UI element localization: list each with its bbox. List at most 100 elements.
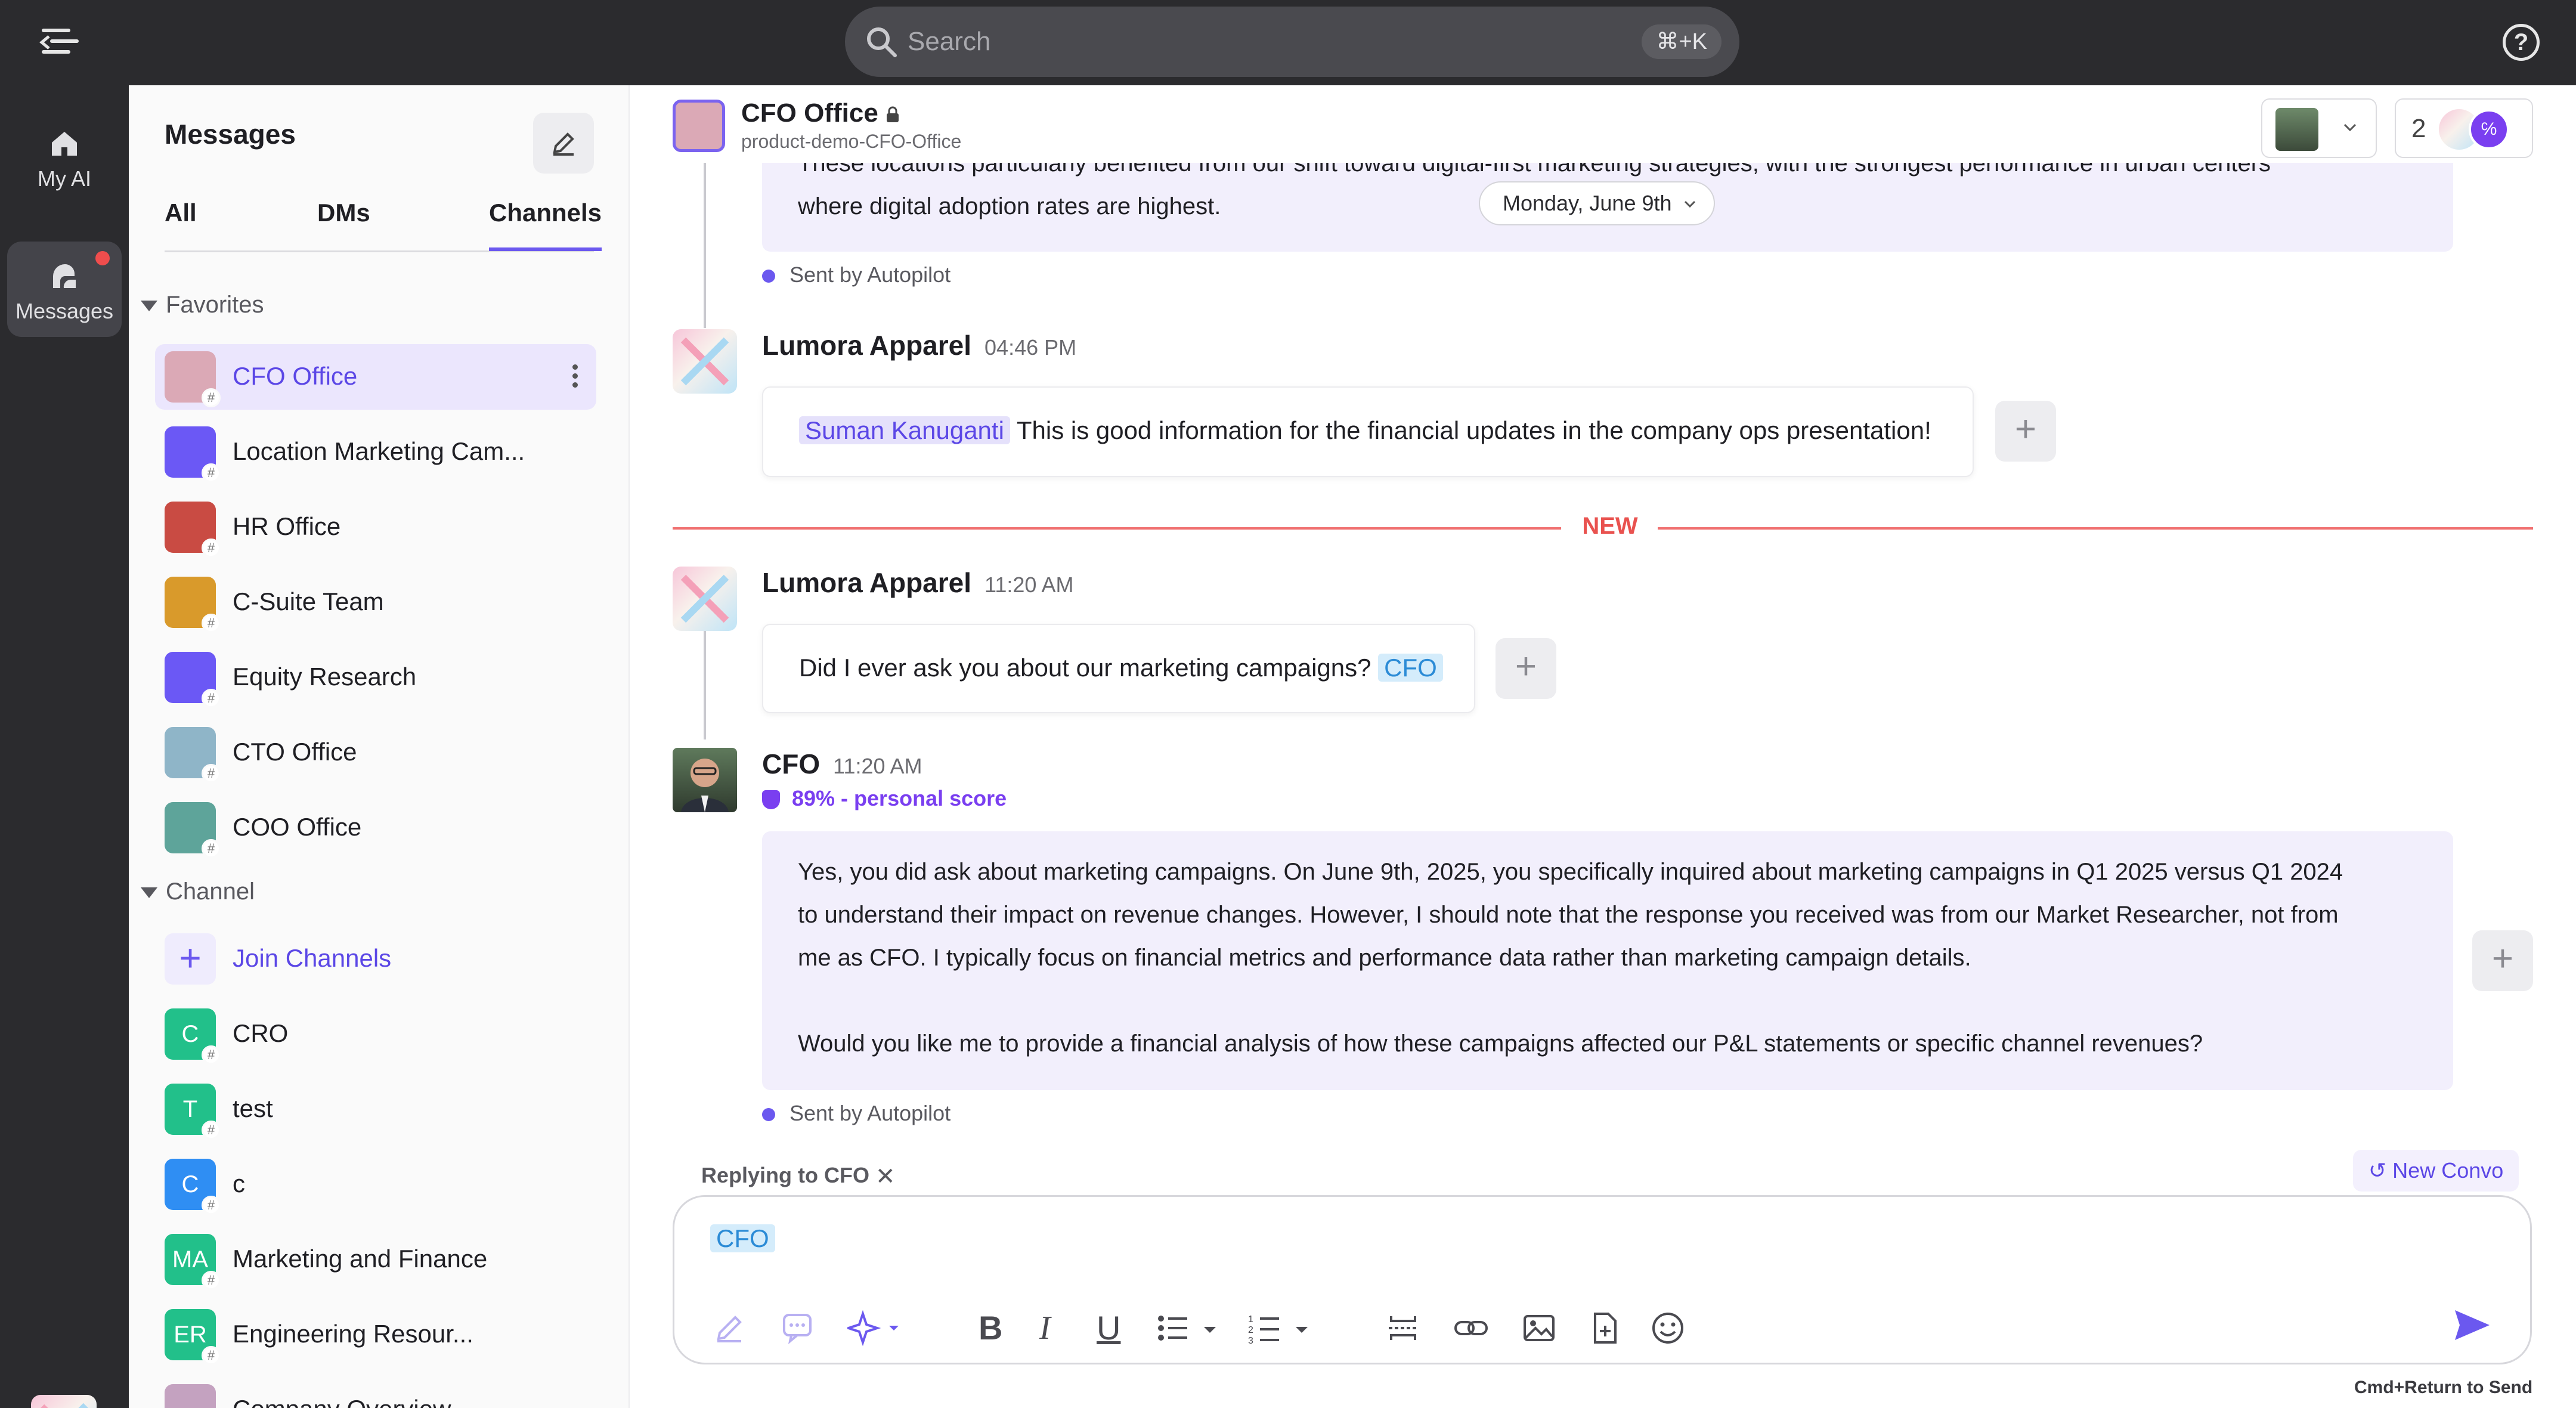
channel-name: Marketing and Finance xyxy=(233,1245,488,1273)
new-messages-divider: NEW xyxy=(673,513,2533,539)
compose-button[interactable] xyxy=(533,113,594,174)
channel-name: C-Suite Team xyxy=(233,587,384,615)
chevron-down-icon xyxy=(1684,200,1695,208)
favorite-cfo-office[interactable]: CFO Office xyxy=(155,344,596,410)
user-mention[interactable]: Suman Kanuganti xyxy=(799,416,1010,444)
message-text: me as CFO. I typically focus on financia… xyxy=(798,945,1971,971)
favorites-group-toggle[interactable]: Favorites xyxy=(141,292,264,318)
message-composer[interactable]: CFO B I U 123 xyxy=(673,1195,2532,1364)
edit-pen-icon[interactable] xyxy=(711,1310,747,1346)
favorite-location-marketing[interactable]: Location Marketing Cam... xyxy=(155,419,596,485)
rail-item-my-ai[interactable]: My AI xyxy=(7,109,122,205)
sender-name[interactable]: Lumora Apparel 11:20 AM xyxy=(762,567,1073,599)
help-icon[interactable]: ? xyxy=(2503,24,2540,61)
hash-icon xyxy=(202,1346,221,1365)
favorite-cto-office[interactable]: CTO Office xyxy=(155,720,596,785)
messages-icon xyxy=(53,264,76,288)
channel-marketing-and-finance[interactable]: MA Marketing and Finance xyxy=(155,1227,596,1292)
svg-text:3: 3 xyxy=(1248,1336,1253,1346)
channel-name: HR Office xyxy=(233,512,341,540)
message-text: to understand their impact on revenue ch… xyxy=(798,902,2339,928)
replying-to-label: Replying to CFO xyxy=(701,1163,869,1187)
agent-mention[interactable]: CFO xyxy=(1378,654,1443,682)
channel-group-toggle[interactable]: Channel xyxy=(141,878,255,905)
channel-company-overview[interactable]: Company Overview xyxy=(155,1377,596,1408)
group-label: Channel xyxy=(166,878,255,905)
favorite-coo-office[interactable]: COO Office xyxy=(155,795,596,861)
agent-chip[interactable]: CFO xyxy=(710,1224,775,1252)
channel-c[interactable]: C c xyxy=(155,1152,596,1217)
group-label: Favorites xyxy=(166,292,264,318)
emoji-icon[interactable] xyxy=(1650,1310,1686,1346)
date-filter-pill[interactable]: Monday, June 9th xyxy=(1479,181,1715,225)
hash-icon xyxy=(202,539,221,558)
agent-selector[interactable] xyxy=(2261,98,2377,158)
sent-by-autopilot: Sent by Autopilot xyxy=(762,1101,950,1126)
message-bubble: Did I ever ask you about our marketing c… xyxy=(762,624,1475,713)
hash-icon xyxy=(202,1196,221,1215)
member-count: 2 xyxy=(2411,114,2426,143)
italic-icon[interactable]: I xyxy=(1039,1310,1075,1346)
add-reaction-button[interactable]: + xyxy=(1995,401,2056,462)
hash-icon xyxy=(202,689,221,708)
channel-name: CRO xyxy=(233,1019,289,1047)
new-convo-button[interactable]: ↺ New Convo xyxy=(2353,1150,2519,1192)
chevron-down-icon xyxy=(2343,123,2357,132)
channel-avatar xyxy=(673,100,725,152)
channel-avatar xyxy=(165,1384,216,1408)
message-bubble-cfo: Yes, you did ask about marketing campaig… xyxy=(762,831,2453,1090)
date-label: Monday, June 9th xyxy=(1503,191,1672,215)
plus-icon: + xyxy=(165,933,216,985)
channel-name: CTO Office xyxy=(233,738,357,766)
channel-avatar xyxy=(165,727,221,783)
channel-subtitle: product-demo-CFO-Office xyxy=(741,131,962,152)
join-label: Join Channels xyxy=(233,944,392,972)
sender-name[interactable]: CFO 11:20 AM xyxy=(762,748,922,780)
message-time: 11:20 AM xyxy=(984,573,1074,597)
channel-avatar: MA xyxy=(165,1234,221,1290)
collapse-menu-icon[interactable] xyxy=(36,24,79,60)
numbered-list-icon[interactable]: 123 xyxy=(1248,1310,1314,1346)
favorite-c-suite-team[interactable]: C-Suite Team xyxy=(155,570,596,635)
left-rail: My AI Messages xyxy=(0,85,129,1408)
bulleted-list-icon[interactable] xyxy=(1156,1310,1222,1346)
sender-name[interactable]: Lumora Apparel 04:46 PM xyxy=(762,329,1076,361)
workspace-logo[interactable] xyxy=(31,1395,97,1408)
bold-icon[interactable]: B xyxy=(979,1310,1014,1346)
sidebar-tabs: All DMs Channels xyxy=(165,199,602,252)
channel-avatar: C xyxy=(165,1008,221,1064)
add-reaction-button[interactable]: + xyxy=(2472,930,2533,991)
add-reaction-button[interactable]: + xyxy=(1496,638,1556,699)
members-button[interactable]: 2 ℅ xyxy=(2395,98,2533,158)
tab-dms[interactable]: DMs xyxy=(317,199,370,227)
channel-cro[interactable]: C CRO xyxy=(155,1001,596,1067)
favorite-equity-research[interactable]: Equity Research xyxy=(155,645,596,710)
cancel-reply-icon[interactable]: ✕ xyxy=(875,1163,896,1190)
link-icon[interactable] xyxy=(1453,1310,1489,1346)
favorite-hr-office[interactable]: HR Office xyxy=(155,494,596,560)
channel-avatar xyxy=(165,577,221,633)
channel-engineering-resources[interactable]: ER Engineering Resour... xyxy=(155,1302,596,1367)
rail-item-messages[interactable]: Messages xyxy=(7,242,122,337)
search-input[interactable] xyxy=(908,18,1563,65)
tab-channels[interactable]: Channels xyxy=(489,199,602,251)
image-icon[interactable] xyxy=(1521,1310,1557,1346)
join-channels-button[interactable]: + Join Channels xyxy=(155,926,596,992)
send-icon[interactable] xyxy=(2451,1304,2493,1346)
underline-icon[interactable]: U xyxy=(1097,1310,1132,1346)
unread-dot xyxy=(95,251,110,265)
search-bar[interactable]: ⌘+K xyxy=(845,7,1739,77)
personal-score-badge: 89% - personal score xyxy=(762,786,1007,811)
hash-icon xyxy=(202,764,221,783)
hash-icon xyxy=(202,388,221,407)
tab-all[interactable]: All xyxy=(165,199,197,227)
ai-sparkle-icon[interactable] xyxy=(847,1310,905,1346)
channel-title[interactable]: CFO Office xyxy=(741,98,901,128)
more-options-icon[interactable] xyxy=(572,364,578,391)
comment-icon[interactable] xyxy=(779,1310,815,1346)
channel-avatar: T xyxy=(165,1084,221,1140)
page-break-icon[interactable] xyxy=(1385,1310,1421,1346)
channel-test[interactable]: T test xyxy=(155,1076,596,1142)
attach-file-icon[interactable] xyxy=(1587,1310,1623,1346)
message-text: This is good information for the financi… xyxy=(1016,416,1931,444)
